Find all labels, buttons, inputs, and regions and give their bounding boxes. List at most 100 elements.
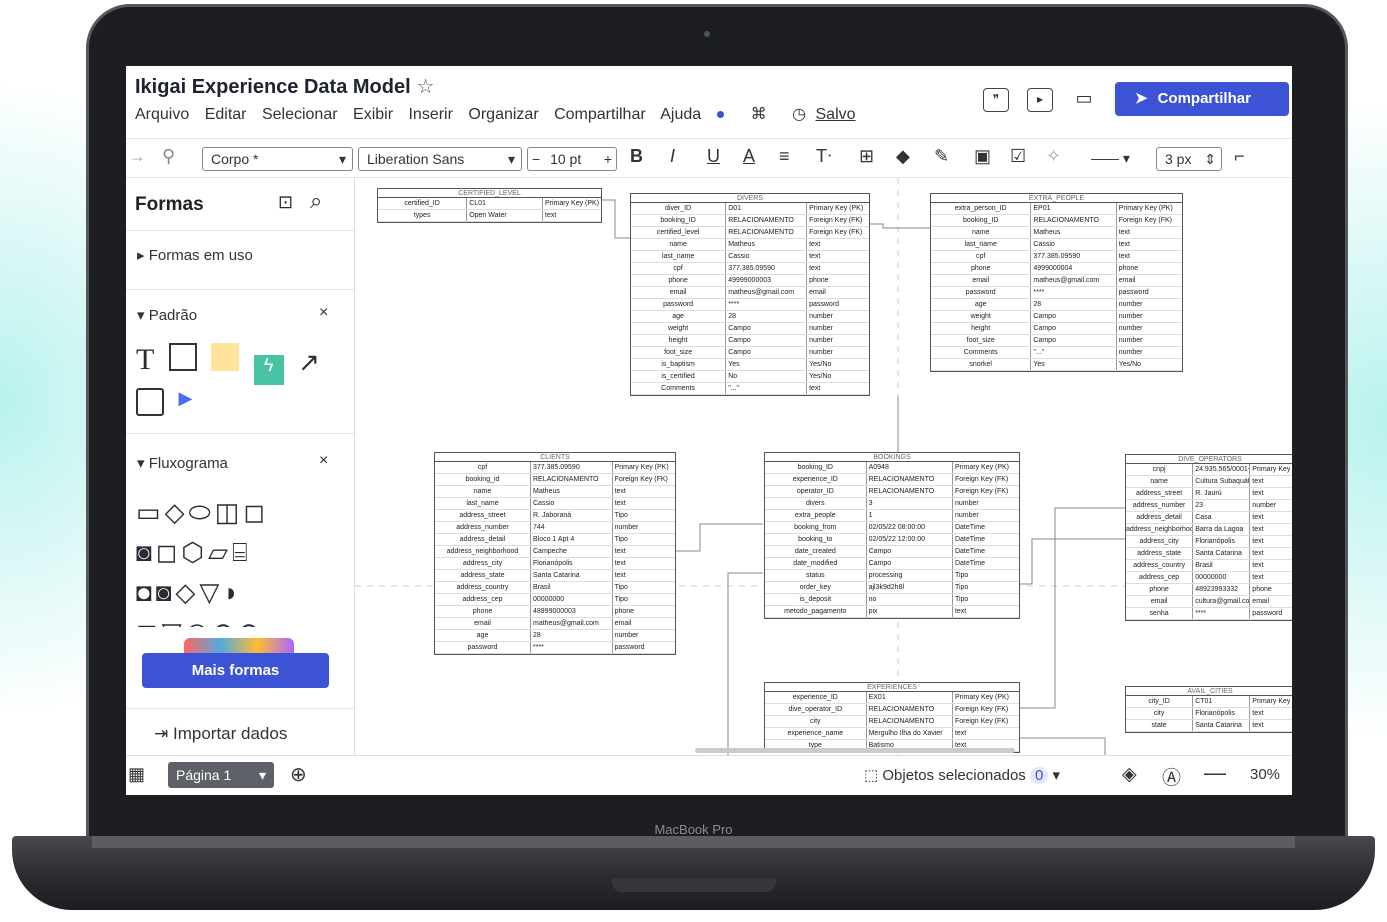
menu-compartilhar[interactable]: Compartilhar: [554, 106, 646, 123]
close-icon[interactable]: ×: [319, 452, 328, 470]
line-color-icon[interactable]: ✎: [934, 146, 949, 167]
table-row[interactable]: address_country Brasil Tipo: [435, 582, 675, 594]
table-row[interactable]: order_key ajl3k9d2h8l Tipo: [765, 582, 1019, 594]
table-row[interactable]: booking_to 02/05/22 12:00:00 DateTime: [765, 534, 1019, 546]
table-row[interactable]: address_state Santa Catarina text: [435, 570, 675, 582]
table-row[interactable]: Comments "..." number: [931, 347, 1182, 359]
star-icon[interactable]: ☆: [417, 76, 435, 98]
table-row[interactable]: city_IDCT01Primary Key (PK): [1126, 696, 1292, 708]
diagram-canvas[interactable]: CERTIFIED_LEVEL certified_ID CL01 Primary K…: [355, 178, 1292, 755]
table-row[interactable]: address_country Brasil text: [1126, 560, 1292, 572]
text-shape[interactable]: T: [136, 343, 154, 376]
section-flowchart[interactable]: ▾ Fluxograma: [137, 454, 228, 472]
search-icon[interactable]: ⌕: [310, 188, 322, 214]
table-row[interactable]: address_neighborhood Campeche text: [435, 546, 675, 558]
document-title[interactable]: Ikigai Experience Data Model ☆: [135, 74, 435, 99]
zoom-level[interactable]: 30%: [1250, 766, 1280, 783]
table-row[interactable]: date_modified Campo DateTime: [765, 558, 1019, 570]
align-icon[interactable]: ≡: [779, 146, 790, 167]
arrow-icon[interactable]: →: [128, 146, 146, 167]
table-row[interactable]: extra_people 1 number: [765, 510, 1019, 522]
table-row[interactable]: address_street R. Jaurú text: [1126, 488, 1292, 500]
table-experiences[interactable]: EXPERIENCES experience_ID EX01 Primary Key …: [764, 682, 1020, 753]
minus-icon[interactable]: −: [532, 151, 540, 167]
font-color-button[interactable]: A: [743, 146, 755, 167]
table-row[interactable]: dive_operator_ID RELACIONAMENTO Foreign Ke…: [765, 704, 1019, 716]
opacity-icon[interactable]: ▣: [974, 146, 991, 167]
table-certified_level[interactable]: CERTIFIED_LEVEL certified_ID CL01 Primary K…: [377, 188, 602, 223]
table-row[interactable]: name Matheus text: [631, 239, 869, 251]
table-row[interactable]: address_city Florianópolis text: [1126, 536, 1292, 548]
table-row[interactable]: email matheus@gmail.com email: [631, 287, 869, 299]
table-row[interactable]: address_street R. Jaboraná Tipo: [435, 510, 675, 522]
table-row[interactable]: experience_name Mergulho Ilha do Xavier te…: [765, 728, 1019, 740]
menu-organizar[interactable]: Organizar: [468, 106, 538, 123]
navigate-icon[interactable]: Ⓐ: [1162, 763, 1181, 790]
list-shape[interactable]: [136, 388, 164, 416]
table-row[interactable]: age 28 number: [435, 630, 675, 642]
image-icon[interactable]: ⊡: [278, 192, 293, 213]
table-row[interactable]: address_cep 00000000 Tipo: [435, 594, 675, 606]
table-row[interactable]: city Florianópolis text: [1126, 708, 1292, 720]
table-row[interactable]: height Campo number: [931, 323, 1182, 335]
text-options-icon[interactable]: Tᐧ: [816, 146, 832, 167]
table-row[interactable]: status processing Tipo: [765, 570, 1019, 582]
table-divers[interactable]: DIVERS diver_ID D01 Primary Key (PK) booking…: [630, 193, 870, 396]
zoom-out-icon[interactable]: —: [1204, 760, 1226, 786]
table-row[interactable]: address_city Florianópolis text: [435, 558, 675, 570]
table-row[interactable]: email cultura@gmail.com email: [1126, 596, 1292, 608]
table-dive_operators[interactable]: DIVE_OPERATORScnpj24.935.565/0001-80Prim…: [1125, 454, 1292, 621]
table-row[interactable]: address_neighborhood Barra da Lagoa text: [1126, 524, 1292, 536]
flowchart-shapes[interactable]: ▭◇⬭◫◻◙◻⬡▱⌸◘◙◇▽◗◻▽◠⊕⊗: [136, 492, 341, 627]
connector-icon[interactable]: ⌐: [1234, 146, 1245, 167]
plus-icon[interactable]: +: [604, 148, 612, 170]
bold-button[interactable]: B: [630, 146, 643, 167]
section-default[interactable]: ▾ Padrão: [137, 306, 197, 324]
table-row[interactable]: is_deposit no Tipo: [765, 594, 1019, 606]
table-row[interactable]: state Santa Catarina text: [1126, 720, 1292, 732]
table-row[interactable]: password **** password: [631, 299, 869, 311]
table-row[interactable]: age 28 number: [631, 311, 869, 323]
table-row[interactable]: name Matheus text: [435, 486, 675, 498]
selected-objects[interactable]: ⬚ Objetos selecionados 0 ▾: [864, 766, 1060, 784]
table-bookings[interactable]: BOOKINGS booking_ID A0948 Primary Key (PK) e…: [764, 452, 1020, 619]
table-row[interactable]: email matheus@gmail.com email: [435, 618, 675, 630]
section-shapes-in-use[interactable]: ▸ Formas em uso: [137, 246, 253, 264]
table-extra_people[interactable]: EXTRA_PEOPLE extra_person_ID EP01 Primary K…: [930, 193, 1183, 372]
table-row[interactable]: certified_ID CL01 Primary Key (PK): [378, 198, 601, 210]
table-row[interactable]: is_certified No Yes/No: [631, 371, 869, 383]
table-row[interactable]: is_baptism Yes Yes/No: [631, 359, 869, 371]
lightning-icon[interactable]: ϟ: [253, 355, 284, 385]
menu-selecionar[interactable]: Selecionar: [262, 106, 338, 123]
table-row[interactable]: weight Campo number: [931, 311, 1182, 323]
menu-exibir[interactable]: Exibir: [353, 106, 393, 123]
italic-button[interactable]: I: [670, 146, 675, 167]
table-row[interactable]: address_cep 00000000 text: [1126, 572, 1292, 584]
present-icon[interactable]: ▸: [1027, 88, 1053, 112]
close-icon[interactable]: ×: [319, 304, 328, 322]
table-row[interactable]: booking_id RELACIONAMENTO Foreign Key (FK): [435, 474, 675, 486]
table-row[interactable]: booking_ID A0948 Primary Key (PK): [765, 462, 1019, 474]
line-style-select[interactable]: —— ▾: [1083, 147, 1145, 171]
table-row[interactable]: types Open Water text: [378, 210, 601, 222]
page-tab[interactable]: Página 1 ▾: [168, 762, 274, 788]
table-row[interactable]: experience_ID RELACIONAMENTO Foreign Key (…: [765, 474, 1019, 486]
table-row[interactable]: height Campo number: [631, 335, 869, 347]
table-row[interactable]: address_detail Bloco 1 Apt 4 Tipo: [435, 534, 675, 546]
style-select[interactable]: Corpo * ▾: [202, 147, 353, 171]
table-row[interactable]: foot_size Campo number: [631, 347, 869, 359]
table-row[interactable]: address_number 744 number: [435, 522, 675, 534]
arrow-shape[interactable]: ↗: [298, 347, 320, 377]
menu-editar[interactable]: Editar: [205, 106, 247, 123]
table-row[interactable]: last_name Cassio text: [631, 251, 869, 263]
table-avail_cities[interactable]: AVAIL_CITIEScity_IDCT01Primary Key (PK)c…: [1125, 686, 1292, 733]
table-row[interactable]: last_name Cassio text: [931, 239, 1182, 251]
table-row[interactable]: booking_ID RELACIONAMENTO Foreign Key (FK): [931, 215, 1182, 227]
note-shape[interactable]: [211, 343, 240, 371]
table-row[interactable]: cpf 377.385.09590 text: [931, 251, 1182, 263]
table-row[interactable]: address_state Santa Catarina text: [1126, 548, 1292, 560]
table-row[interactable]: address_detail Casa text: [1126, 512, 1292, 524]
font-select[interactable]: Liberation Sans ▾: [358, 147, 522, 171]
table-row[interactable]: address_number 23 number: [1126, 500, 1292, 512]
table-row[interactable]: nameCultura Subaquáticatext: [1126, 476, 1292, 488]
